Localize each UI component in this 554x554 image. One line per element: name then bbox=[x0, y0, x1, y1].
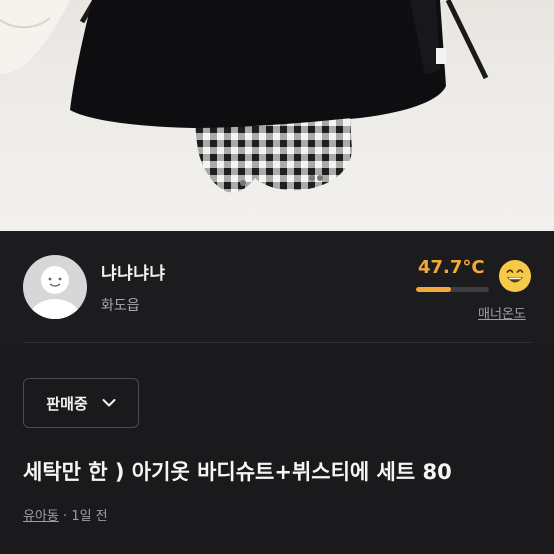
seller-profile[interactable]: 냐냐냐냐 화도읍 47.7°C 매너온도 bbox=[0, 231, 554, 343]
meta-separator: · bbox=[63, 509, 68, 524]
smile-face-icon bbox=[497, 258, 533, 294]
category-link[interactable]: 유아동 bbox=[23, 509, 59, 524]
product-title: 세탁만 한 ) 아기옷 바디슈트+뷔스티에 세트 80 bbox=[23, 460, 452, 484]
posted-time: 1일 전 bbox=[71, 509, 108, 524]
seller-location: 화도읍 bbox=[101, 298, 140, 314]
divider bbox=[23, 342, 531, 343]
manner-temperature-link[interactable]: 매너온도 bbox=[478, 303, 526, 322]
seller-nickname[interactable]: 냐냐냐냐 bbox=[101, 259, 166, 284]
sale-status-dropdown[interactable]: 판매중 bbox=[23, 378, 139, 428]
manner-temperature: 47.7°C bbox=[418, 257, 485, 278]
manner-temperature-bar bbox=[416, 287, 489, 292]
avatar[interactable] bbox=[23, 255, 87, 319]
sale-status-label: 판매중 bbox=[46, 394, 88, 413]
chevron-down-icon bbox=[102, 399, 116, 407]
product-photo[interactable] bbox=[0, 0, 554, 231]
product-meta: 유아동 · 1일 전 bbox=[23, 505, 108, 524]
manner-temperature-bar-fill bbox=[416, 287, 451, 292]
